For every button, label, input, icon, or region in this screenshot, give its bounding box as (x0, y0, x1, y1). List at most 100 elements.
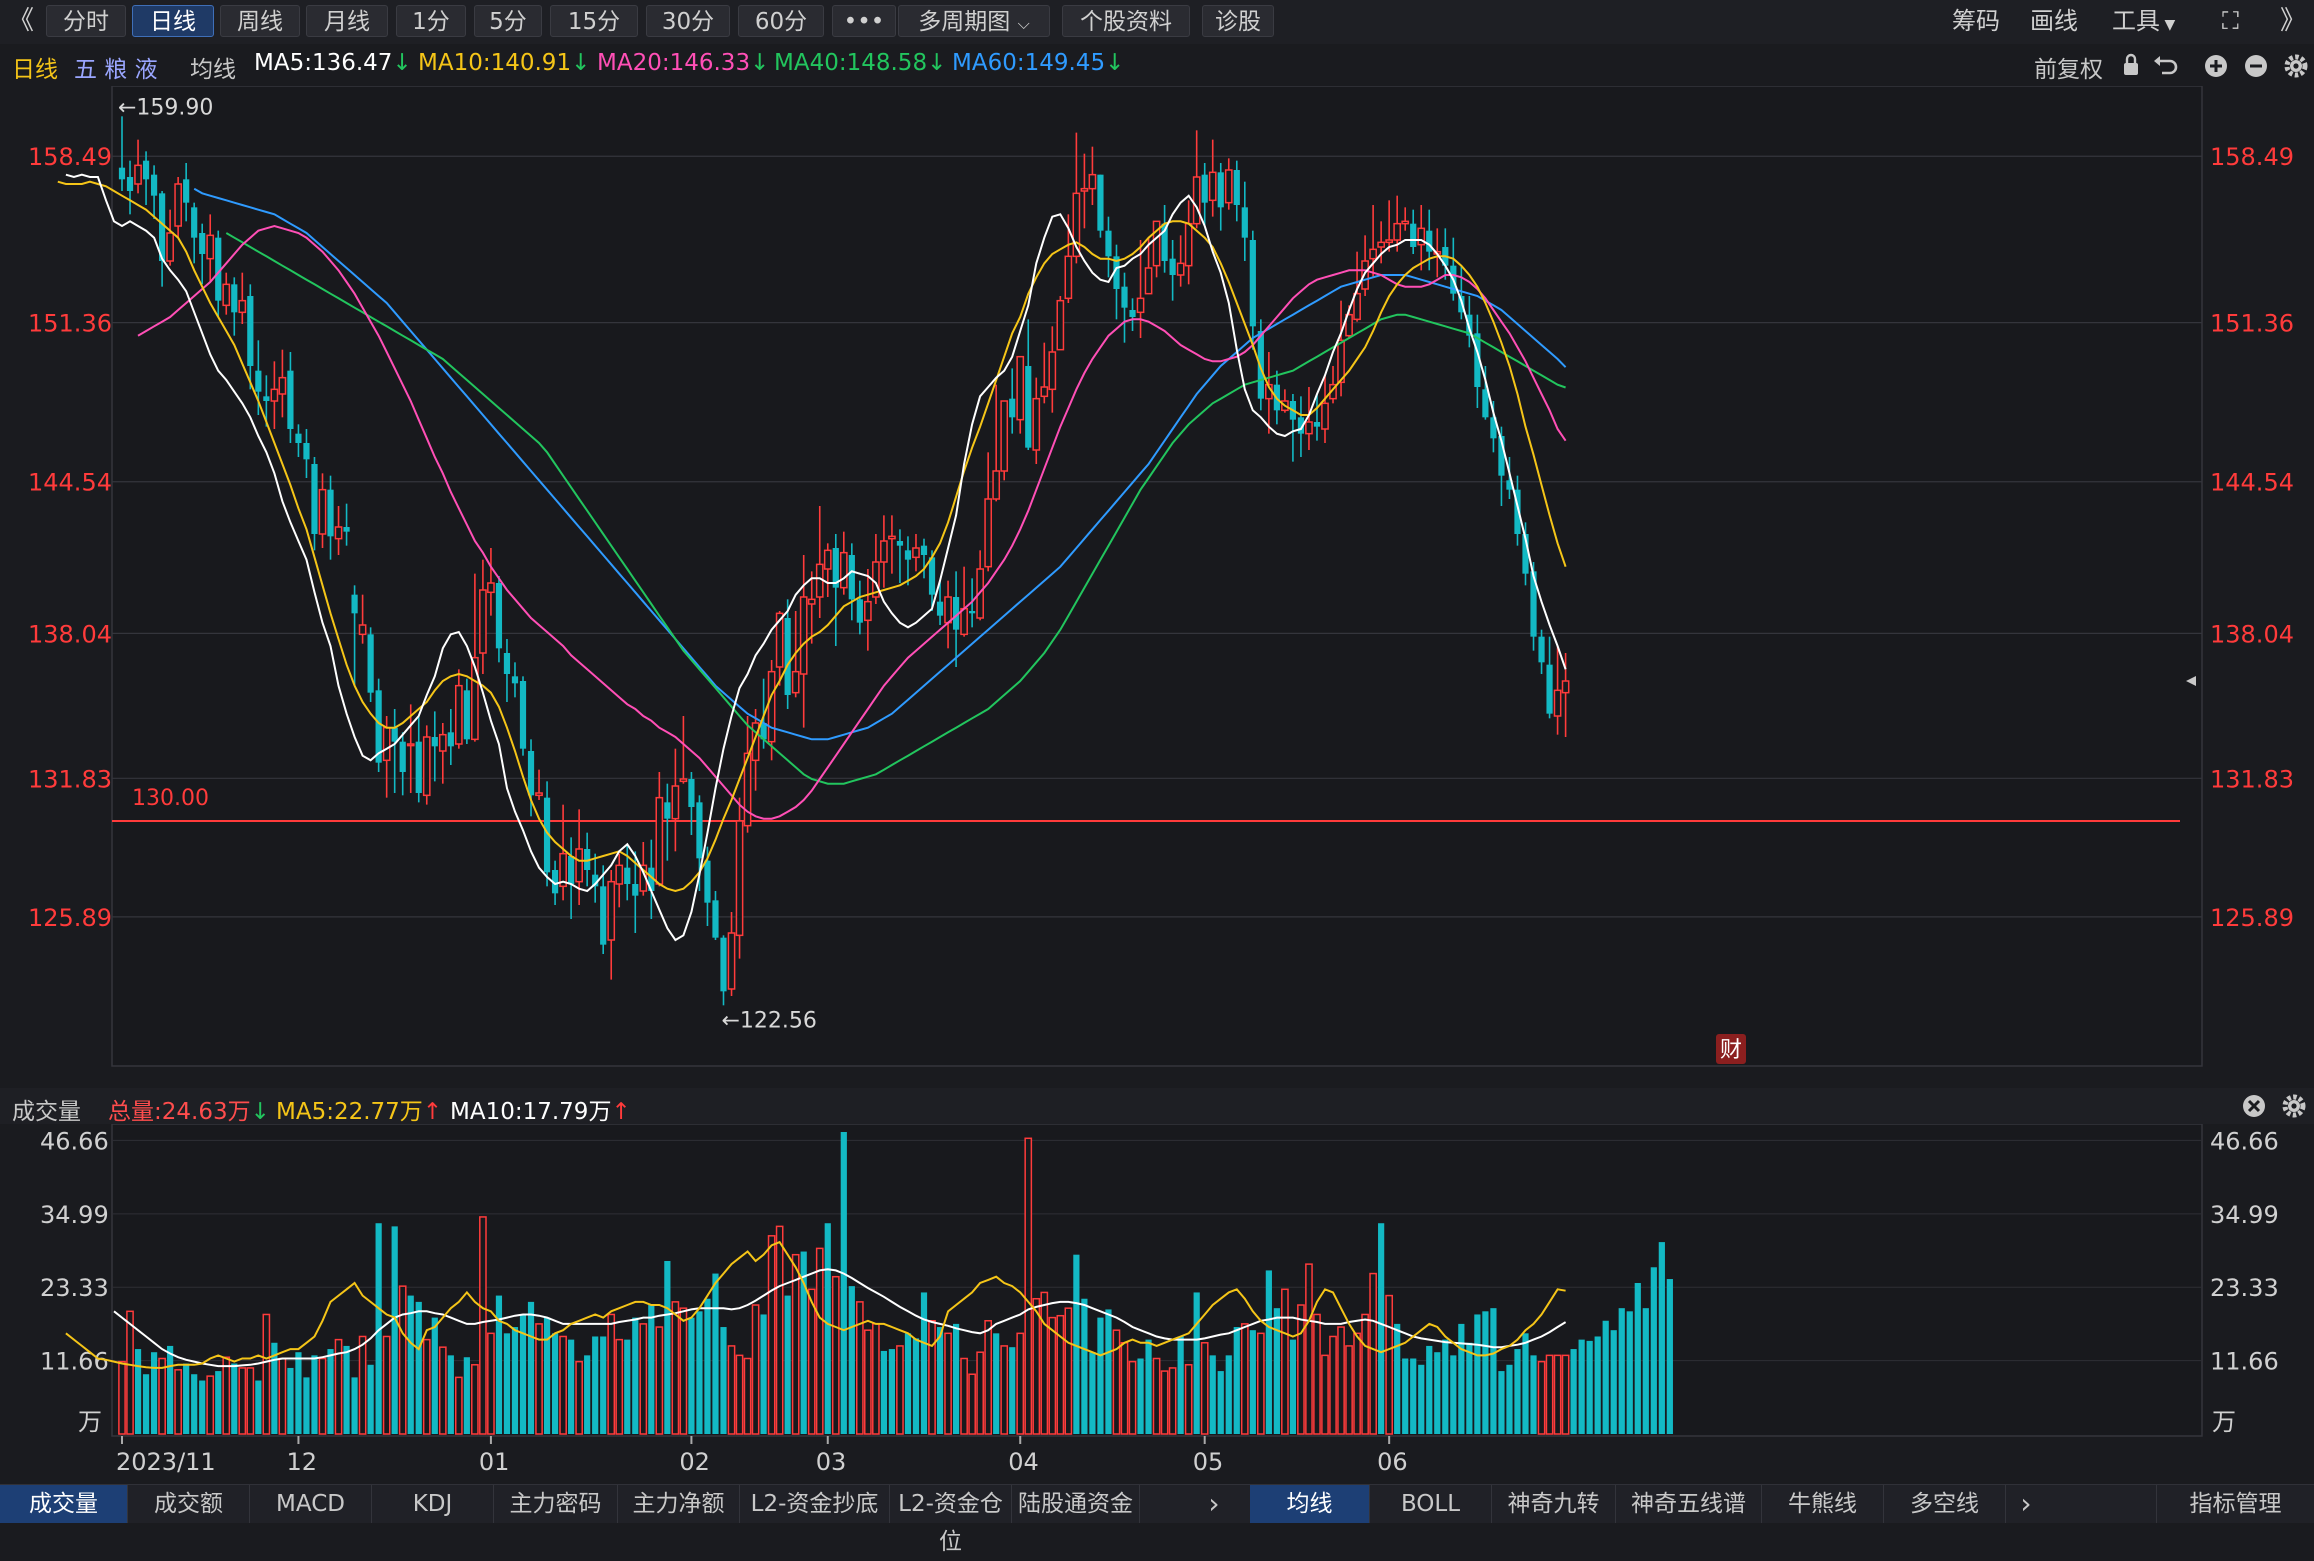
volume-bar[interactable] (238, 1367, 247, 1435)
volume-bar[interactable] (1634, 1283, 1641, 1434)
expand-right-icon[interactable]: 》 (2280, 5, 2306, 37)
volume-bar[interactable] (615, 1338, 624, 1435)
lock-icon[interactable] (2124, 53, 2138, 75)
volume-bar[interactable] (318, 1357, 327, 1435)
volume-bar[interactable] (775, 1225, 784, 1435)
volume-bar[interactable] (454, 1376, 463, 1435)
volume-bar[interactable] (1426, 1345, 1433, 1434)
candle[interactable] (367, 627, 374, 702)
volume-bar[interactable] (1209, 1355, 1216, 1434)
volume-bar[interactable] (1594, 1336, 1601, 1434)
volume-bar[interactable] (1329, 1335, 1337, 1435)
volume-bar[interactable] (600, 1336, 607, 1434)
volume-bar[interactable] (1193, 1292, 1200, 1434)
volume-bar[interactable] (1553, 1354, 1562, 1435)
volume-bar[interactable] (1385, 1294, 1394, 1435)
volume-bar[interactable] (912, 1338, 920, 1434)
multi-period-dropdown[interactable]: 多周期图 ⌵ (898, 5, 1050, 37)
volume-bar[interactable] (904, 1333, 912, 1434)
overlay-tab-1[interactable]: BOLL (1370, 1485, 1492, 1523)
period-button-8[interactable]: 60分 (738, 5, 824, 37)
volume-bar[interactable] (727, 1345, 736, 1435)
tab-0[interactable]: 成交量 (0, 1485, 128, 1523)
volume-bar[interactable] (255, 1380, 262, 1434)
candle[interactable] (735, 797, 744, 959)
volume-bar[interactable] (1361, 1313, 1369, 1435)
volume-bar[interactable] (784, 1295, 791, 1434)
volume-bar[interactable] (1482, 1311, 1489, 1434)
draw-button[interactable]: 画线 (2030, 5, 2078, 37)
volume-bar[interactable] (896, 1345, 904, 1435)
volume-bar[interactable] (1458, 1323, 1465, 1434)
volume-bar[interactable] (1256, 1332, 1265, 1435)
volume-bar[interactable] (984, 1320, 993, 1435)
overlay-tab-5[interactable]: 多空线 (1884, 1485, 2006, 1523)
volume-bar[interactable] (495, 1295, 503, 1434)
volume-bar[interactable] (343, 1345, 350, 1434)
volume-bar[interactable] (624, 1339, 631, 1434)
volume-bar[interactable] (1394, 1323, 1401, 1434)
volume-bar[interactable] (831, 1275, 840, 1435)
volume-bar[interactable] (1240, 1323, 1249, 1435)
volume-bar[interactable] (479, 1216, 487, 1435)
volume-bar[interactable] (398, 1285, 407, 1435)
tab-2[interactable]: MACD (250, 1485, 372, 1523)
volume-bar[interactable] (1610, 1330, 1617, 1434)
volume-bar[interactable] (976, 1351, 984, 1435)
overlay-tab-4[interactable]: 牛熊线 (1762, 1485, 1884, 1523)
volume-bar[interactable] (1586, 1340, 1593, 1434)
volume-bar[interactable] (463, 1357, 470, 1434)
volume-bar[interactable] (993, 1333, 1000, 1434)
volume-bar[interactable] (471, 1364, 479, 1435)
volume-bar[interactable] (735, 1354, 744, 1435)
volume-bar[interactable] (1249, 1330, 1256, 1434)
volume-bar[interactable] (1506, 1364, 1513, 1434)
volume-bar[interactable] (391, 1226, 398, 1434)
volume-bar[interactable] (1064, 1307, 1073, 1435)
volume-bar[interactable] (639, 1323, 648, 1435)
volume-bar[interactable] (1273, 1308, 1280, 1434)
volume-bar[interactable] (191, 1374, 198, 1434)
tab-3[interactable]: KDJ (372, 1485, 494, 1523)
volume-bar[interactable] (422, 1338, 431, 1435)
volume-bar[interactable] (1105, 1309, 1112, 1434)
candle[interactable] (1056, 296, 1065, 351)
volume-bar[interactable] (807, 1288, 816, 1435)
volume-bar[interactable] (382, 1335, 391, 1435)
volume-bar[interactable] (1530, 1355, 1537, 1434)
volume-bar[interactable] (1658, 1242, 1665, 1434)
volume-bar[interactable] (928, 1320, 936, 1435)
volume-bar[interactable] (231, 1363, 238, 1434)
volume-bar[interactable] (751, 1304, 760, 1435)
volume-bar[interactable] (671, 1301, 680, 1435)
volume-bar[interactable] (1128, 1360, 1137, 1435)
volume-bar[interactable] (199, 1380, 206, 1434)
volume-bar[interactable] (888, 1349, 896, 1434)
volume-bar[interactable] (262, 1313, 271, 1435)
volume-bar[interactable] (1097, 1317, 1104, 1434)
volume-bar[interactable] (1089, 1352, 1096, 1434)
overlay-tab-2[interactable]: 神奇九转 (1492, 1485, 1616, 1523)
volume-bar[interactable] (407, 1295, 414, 1434)
volume-bar[interactable] (1498, 1371, 1505, 1434)
settings-gear-icon[interactable] (2284, 54, 2308, 78)
volume-bar[interactable] (543, 1317, 551, 1434)
volume-bar[interactable] (712, 1273, 719, 1434)
volume-bar[interactable] (1337, 1326, 1345, 1435)
volume-bar[interactable] (760, 1314, 767, 1434)
period-button-4[interactable]: 1分 (396, 5, 466, 37)
volume-bar[interactable] (1410, 1358, 1417, 1435)
volume-bar[interactable] (1642, 1308, 1649, 1434)
volume-bar[interactable] (1000, 1345, 1009, 1435)
volume-bar[interactable] (527, 1301, 535, 1434)
volume-bar[interactable] (864, 1329, 872, 1435)
volume-bar[interactable] (1434, 1352, 1441, 1434)
volume-bar[interactable] (848, 1286, 855, 1434)
volume-bar[interactable] (1112, 1329, 1121, 1435)
volume-bar[interactable] (358, 1335, 367, 1435)
collapse-icon[interactable]: 《 (8, 5, 34, 37)
fullscreen-icon[interactable]: ⛶ (2222, 5, 2239, 37)
volume-bar[interactable] (1289, 1339, 1297, 1434)
volume-bar[interactable] (1442, 1339, 1449, 1434)
volume-bar[interactable] (1177, 1336, 1184, 1434)
